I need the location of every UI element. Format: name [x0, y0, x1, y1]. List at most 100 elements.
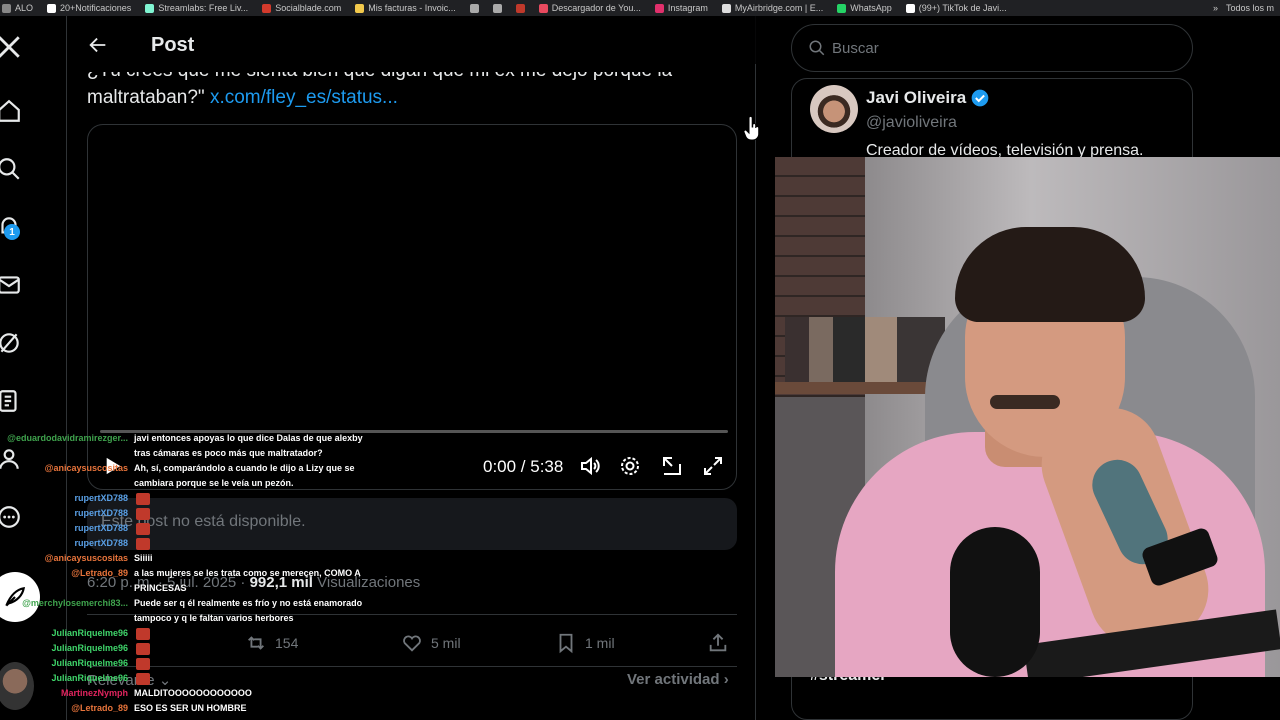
- bookmark-item[interactable]: ALO: [2, 3, 33, 13]
- bookmark-item[interactable]: Descargador de You...: [538, 3, 641, 13]
- chat-message: tampoco y q le faltan varios herbores: [0, 612, 294, 625]
- chat-emote-icon: [136, 657, 150, 670]
- chat-text: javi entonces apoyas lo que dice Dalas d…: [134, 433, 363, 443]
- bookmarks-right: » Todos los m: [1213, 0, 1274, 16]
- stream-chat-overlay: @eduardodavidramirezger... javi entonces …: [0, 432, 363, 720]
- bookmark-label: WhatsApp: [850, 3, 892, 13]
- bookmark-label: Mis facturas - Invoic...: [368, 3, 456, 13]
- chat-username: JulianRiquelme96: [51, 643, 128, 653]
- bookmark-favicon-icon: [262, 3, 272, 13]
- bookmark-item[interactable]: Streamlabs: Free Liv...: [145, 3, 248, 13]
- chat-username: @anicaysuscositas: [44, 553, 128, 563]
- chat-username: MartinezNymph: [60, 688, 128, 698]
- chat-emote-icon: [136, 537, 150, 550]
- chat-emote-icon: [136, 672, 150, 685]
- picture-in-picture-icon[interactable]: [660, 454, 684, 478]
- chat-message: PRINCESAS: [0, 582, 187, 595]
- chat-message: @merchylosemerchi83... Puede ser q él rea…: [0, 597, 362, 610]
- bookmark-label: MyAirbridge.com | E...: [734, 3, 824, 13]
- page-title: Post: [151, 34, 195, 56]
- chat-username: JulianRiquelme96: [51, 673, 128, 683]
- bookmark-item[interactable]: MyAirbridge.com | E...: [721, 3, 824, 13]
- explore-icon[interactable]: [0, 154, 24, 184]
- x-logo-icon[interactable]: [0, 32, 24, 62]
- home-icon[interactable]: [0, 96, 24, 126]
- verified-badge-icon: [971, 89, 989, 107]
- bookmark-item[interactable]: Instagram: [654, 3, 708, 13]
- bookmark-label: 20+Notificaciones: [60, 3, 132, 13]
- chat-message: JulianRiquelme96: [0, 657, 150, 670]
- chat-message: rupertXD788: [0, 507, 150, 520]
- bookmark-button[interactable]: 1 mil: [555, 632, 615, 654]
- fullscreen-icon[interactable]: [701, 454, 725, 478]
- bookmark-item[interactable]: Mis facturas - Invoic...: [355, 3, 456, 13]
- bookmark-favicon-icon: [492, 3, 502, 13]
- bookmark-item[interactable]: [515, 3, 525, 13]
- back-arrow-icon[interactable]: [87, 34, 109, 56]
- bookmark-label: Streamlabs: Free Liv...: [158, 3, 249, 13]
- bookmark-item[interactable]: [492, 3, 502, 13]
- chat-text: Puede ser q él realmente es frío y no es…: [134, 598, 363, 608]
- chat-text: Siiiii: [134, 553, 153, 563]
- all-bookmarks-button[interactable]: Todos los m: [1226, 3, 1274, 13]
- like-button[interactable]: 5 mil: [401, 632, 461, 654]
- lists-icon[interactable]: [0, 386, 24, 416]
- settings-gear-icon[interactable]: [618, 454, 642, 478]
- chat-message: @anicaysuscositas Siiiii: [0, 552, 153, 565]
- bookmark-label: Descargador de You...: [551, 3, 641, 13]
- bookmark-favicon-icon: [905, 3, 915, 13]
- profile-avatar[interactable]: [810, 85, 858, 133]
- chat-username: rupertXD788: [74, 538, 128, 548]
- bookmark-item[interactable]: [469, 3, 479, 13]
- search-icon: [809, 40, 825, 56]
- chat-text: MALDITOOOOOOOOOOOO: [134, 688, 252, 698]
- heart-icon: [403, 635, 421, 652]
- grok-icon[interactable]: [0, 328, 24, 358]
- webcam-overlay: [775, 157, 1280, 677]
- view-activity-link[interactable]: Ver actividad ›: [627, 671, 729, 688]
- bookmark-item[interactable]: WhatsApp: [837, 3, 892, 13]
- profile-handle[interactable]: @javioliveira: [866, 114, 957, 132]
- hand-cursor-icon: [743, 116, 760, 141]
- quote-text-line2: maltrataban?" x.com/fley_es/status...: [87, 87, 398, 109]
- bookmark-item[interactable]: 20+Notificaciones: [47, 3, 131, 13]
- notifications-badge: 1: [4, 224, 20, 240]
- webcam-person-mustache: [990, 395, 1060, 409]
- bookmark-favicon-icon: [469, 3, 479, 13]
- bookmark-favicon-icon: [515, 3, 525, 13]
- messages-icon[interactable]: [0, 270, 24, 300]
- chat-message: tras cámaras es poco más que maltratador…: [0, 447, 323, 460]
- volume-icon[interactable]: [578, 454, 602, 478]
- bookmark-favicon-icon: [145, 3, 155, 13]
- bookmark-favicon-icon: [837, 3, 847, 13]
- bookmark-item[interactable]: Socialblade.com: [262, 3, 341, 13]
- chat-text: tampoco y q le faltan varios herbores: [134, 613, 294, 623]
- chat-username: @Letrado_89: [71, 703, 128, 713]
- bookmark-item[interactable]: (99+) TikTok de Javi...: [905, 3, 1007, 13]
- chat-text: cambiara porque se le veía un pezón.: [134, 478, 294, 488]
- chat-message: rupertXD788: [0, 522, 150, 535]
- bookmark-favicon-icon: [2, 3, 11, 13]
- chat-message: @Letrado_89 ESO ES SER UN HOMBRE: [0, 702, 246, 715]
- chat-emote-icon: [136, 642, 150, 655]
- screen: { "bookmarks": [ {"label": "ALO", "color…: [0, 0, 1280, 720]
- bookmark-count: 1 mil: [585, 635, 615, 651]
- bookmarks-more-button[interactable]: »: [1213, 3, 1218, 13]
- chat-message: @eduardodavidramirezger... javi entonces …: [0, 432, 363, 445]
- search-bar[interactable]: Buscar: [791, 24, 1193, 72]
- profile-name[interactable]: Javi Oliveira: [866, 88, 990, 108]
- quote-text-end: maltrataban?": [87, 87, 205, 108]
- view-activity-label: Ver actividad: [627, 671, 720, 688]
- search-placeholder: Buscar: [832, 40, 879, 57]
- bookmark-favicon-icon: [355, 3, 365, 13]
- webcam-person-hair: [955, 227, 1145, 322]
- chat-message: MartinezNymph MALDITOOOOOOOOOOOO: [0, 687, 252, 700]
- chat-message: JulianRiquelme96: [0, 627, 150, 640]
- bookmark-icon: [559, 633, 573, 654]
- bookmark-favicon-icon: [654, 3, 664, 13]
- share-button[interactable]: [707, 632, 729, 654]
- quote-link[interactable]: x.com/fley_es/status...: [210, 87, 398, 108]
- video-time: 0:00 / 5:38: [483, 457, 564, 476]
- bookmarks-bar: ALO 20+Notificaciones Streamlabs: Free Liv…: [0, 0, 1280, 16]
- post-header: Post: [67, 16, 757, 64]
